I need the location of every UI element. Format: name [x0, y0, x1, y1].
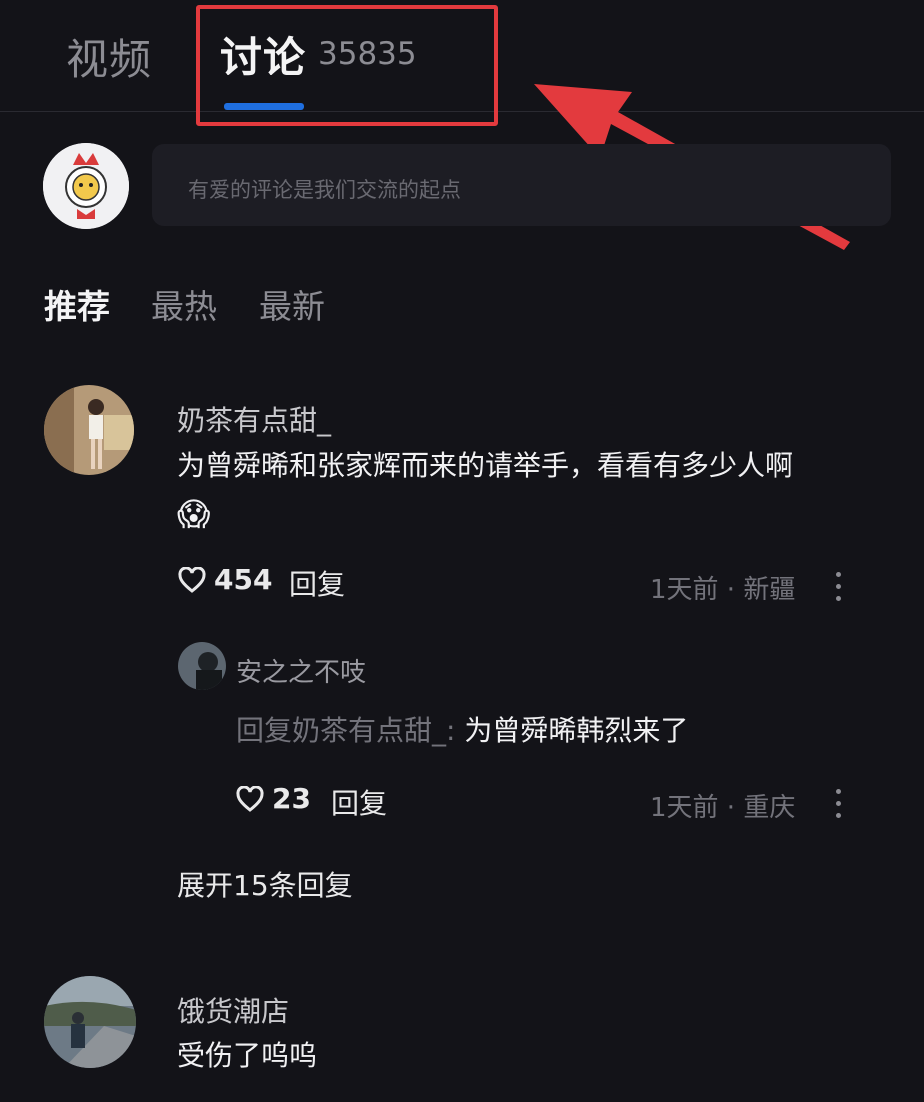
reply-author[interactable]: 安之之不吱 — [236, 652, 366, 689]
comment-text: 受伤了呜呜 — [177, 1039, 318, 1072]
avatar[interactable] — [44, 385, 134, 475]
emoji-icon: 😱 — [177, 495, 211, 533]
like-count: 23 — [272, 782, 311, 815]
avatar[interactable] — [44, 976, 136, 1068]
expand-replies-button[interactable]: 展开15条回复 — [177, 864, 353, 904]
comment-author[interactable]: 饿货潮店 — [177, 990, 289, 1030]
comment-text: 为曾舜晞和张家辉而来的请举手，看看有多少人啊 — [177, 449, 794, 482]
comment-author[interactable]: 奶茶有点甜_ — [177, 399, 331, 439]
reply-button[interactable]: 回复 — [289, 563, 345, 603]
like-count: 454 — [214, 563, 273, 596]
comment-input[interactable]: 有爱的评论是我们交流的起点 — [152, 144, 891, 226]
heart-outline-icon — [236, 785, 264, 812]
tab-video[interactable]: 视频 — [66, 26, 152, 87]
reply-text: 为曾舜晞韩烈来了 — [464, 714, 689, 747]
more-vertical-icon[interactable] — [835, 572, 843, 608]
annotation-highlight-box — [196, 5, 498, 126]
avatar[interactable] — [178, 642, 226, 690]
sort-tab-newest[interactable]: 最新 — [259, 280, 325, 328]
reply-button[interactable]: 回复 — [331, 782, 387, 822]
sort-tab-recommended[interactable]: 推荐 — [44, 280, 110, 328]
comment-input-placeholder: 有爱的评论是我们交流的起点 — [188, 178, 461, 202]
like-button[interactable]: 454 — [178, 563, 272, 596]
reply-meta: 1天前 · 重庆 — [650, 793, 796, 823]
like-button[interactable]: 23 — [236, 782, 311, 815]
sort-tab-hottest[interactable]: 最热 — [151, 280, 217, 328]
heart-outline-icon — [178, 566, 206, 593]
more-vertical-icon[interactable] — [835, 789, 843, 825]
my-avatar[interactable] — [43, 143, 129, 229]
reply-prefix: 回复奶茶有点甜_: — [236, 714, 465, 747]
reply-text-line: 回复奶茶有点甜_: 为曾舜晞韩烈来了 — [236, 706, 688, 755]
comment-meta: 1天前 · 新疆 — [650, 575, 796, 605]
